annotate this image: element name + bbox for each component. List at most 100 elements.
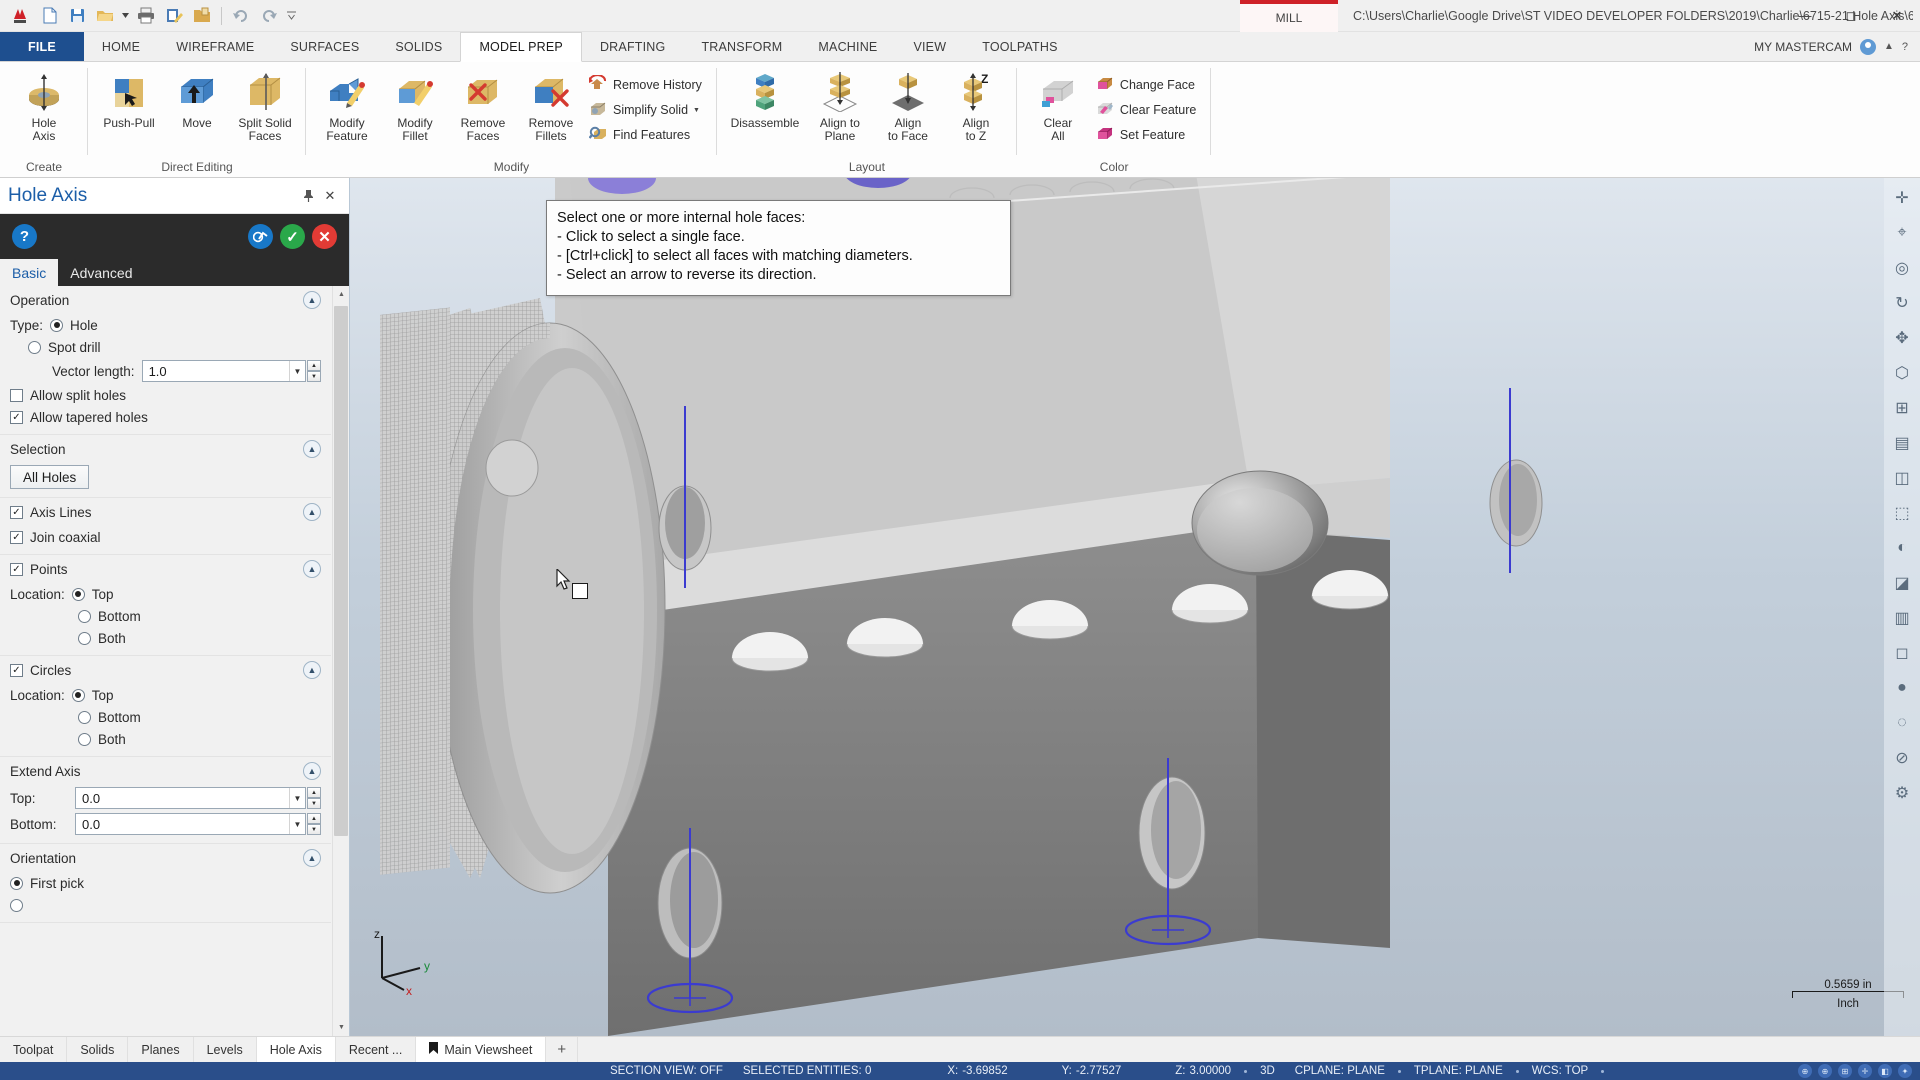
vector-length-dropdown-icon[interactable]: ▼ [289, 361, 305, 381]
extend-axis-top-stepper-down[interactable]: ▼ [307, 798, 321, 809]
status-cplane[interactable]: CPLANE: PLANE [1285, 1065, 1395, 1077]
fit-icon[interactable]: ✛ [1888, 184, 1916, 212]
bottom-tab-hole-axis[interactable]: Hole Axis [256, 1037, 336, 1062]
disassemble-button[interactable]: Disassemble [725, 67, 805, 134]
radio-points-bottom[interactable] [78, 609, 91, 623]
viewsheet-tab-main[interactable]: Main Viewsheet [416, 1037, 547, 1062]
extend-axis-top-dropdown-icon[interactable]: ▼ [289, 788, 305, 808]
hidden-lines-icon[interactable]: ▥ [1888, 604, 1916, 632]
ribbon-tab-wireframe[interactable]: WIREFRAME [158, 32, 272, 61]
open-dropdown-icon[interactable] [120, 3, 131, 29]
radio-type-spot-drill[interactable] [28, 340, 41, 354]
split-solid-faces-button[interactable]: Split Solid Faces [232, 67, 298, 147]
extend-axis-bottom-stepper-up[interactable]: ▲ [307, 813, 321, 824]
remove-faces-button[interactable]: Remove Faces [450, 67, 516, 147]
panel-scroll-down-icon[interactable]: ▼ [333, 1019, 349, 1036]
dynamic-rotate-icon[interactable]: ↻ [1888, 289, 1916, 317]
ribbon-tab-view[interactable]: VIEW [895, 32, 964, 61]
close-icon[interactable]: ✕ [319, 185, 341, 207]
checkbox-allow-split-holes[interactable] [10, 388, 23, 402]
section-orientation-collapse-icon[interactable]: ▲ [303, 849, 321, 867]
extend-axis-bottom-dropdown-icon[interactable]: ▼ [289, 814, 305, 834]
section-points-collapse-icon[interactable]: ▲ [303, 560, 321, 578]
move-button[interactable]: Move [164, 67, 230, 134]
vector-length-stepper[interactable]: ▲ ▼ [307, 360, 321, 382]
align-to-z-button[interactable]: Z Align to Z [943, 67, 1009, 147]
section-axis-lines-collapse-icon[interactable]: ▲ [303, 503, 321, 521]
print-icon[interactable] [133, 3, 159, 29]
apply-button[interactable] [248, 224, 273, 249]
radio-circles-top[interactable] [71, 688, 85, 702]
extend-axis-bottom-input[interactable]: 0.0 ▼ [75, 813, 306, 835]
radio-points-top[interactable] [71, 587, 85, 601]
ok-button[interactable]: ✓ [280, 224, 305, 249]
ribbon-tab-model-prep[interactable]: MODEL PREP [460, 32, 582, 62]
bottom-tab-recent[interactable]: Recent ... [336, 1037, 417, 1062]
modify-fillet-button[interactable]: Modify Fillet [382, 67, 448, 147]
remove-history-button[interactable]: Remove History [586, 73, 709, 97]
open-folder-icon[interactable] [92, 3, 118, 29]
extend-axis-top-input[interactable]: 0.0 ▼ [75, 787, 306, 809]
gnomon-icon[interactable]: ⊞ [1838, 1064, 1852, 1078]
ribbon-tab-transform[interactable]: TRANSFORM [683, 32, 800, 61]
push-pull-button[interactable]: Push-Pull [96, 67, 162, 134]
checkbox-allow-tapered-holes[interactable]: ✓ [10, 410, 23, 424]
right-view-icon[interactable]: ◫ [1888, 464, 1916, 492]
extend-axis-top-stepper-up[interactable]: ▲ [307, 787, 321, 798]
pan-icon[interactable]: ✥ [1888, 324, 1916, 352]
change-face-button[interactable]: Change Face [1093, 73, 1203, 97]
clear-all-button[interactable]: Clear All [1025, 67, 1091, 147]
vector-length-input[interactable]: 1.0 ▼ [141, 360, 306, 382]
all-holes-button[interactable]: All Holes [10, 465, 90, 489]
undo-icon[interactable] [228, 3, 254, 29]
remove-fillets-button[interactable]: Remove Fillets [518, 67, 584, 147]
zoom-window-icon[interactable]: ⌖ [1888, 219, 1916, 247]
simplify-solid-dropdown-icon[interactable]: ▼ [693, 107, 700, 114]
solid-model-graphic[interactable] [350, 178, 1920, 1036]
help-button[interactable]: ? [12, 224, 37, 249]
radio-type-hole[interactable] [50, 318, 64, 332]
extend-axis-top-stepper[interactable]: ▲ ▼ [307, 787, 321, 809]
checkbox-join-coaxial[interactable]: ✓ [10, 530, 23, 544]
clear-feature-button[interactable]: Clear Feature [1093, 98, 1203, 122]
panel-scroll-thumb[interactable] [334, 306, 348, 836]
customize-qat-icon[interactable] [284, 3, 298, 29]
vector-length-stepper-up[interactable]: ▲ [307, 360, 321, 371]
settings-icon[interactable]: ⚙ [1888, 779, 1916, 807]
mastercam-logo-icon[interactable] [8, 3, 34, 29]
ribbon-help-icon[interactable]: ? [1902, 41, 1908, 53]
cancel-button[interactable]: ✕ [312, 224, 337, 249]
panel-tab-basic[interactable]: Basic [0, 259, 59, 286]
add-viewsheet-button[interactable]: + [546, 1037, 579, 1062]
status-section-view[interactable]: SECTION VIEW: OFF [600, 1065, 733, 1077]
panel-scroll-up-icon[interactable]: ▲ [333, 286, 349, 303]
sphere-icon[interactable]: ● [1888, 674, 1916, 702]
checkbox-points[interactable]: ✓ [10, 562, 23, 576]
panel-tab-advanced[interactable]: Advanced [58, 259, 144, 286]
account-avatar-icon[interactable] [1859, 38, 1876, 55]
section-view-icon[interactable]: ◪ [1888, 569, 1916, 597]
ribbon-tab-machine[interactable]: MACHINE [800, 32, 895, 61]
save-icon[interactable] [64, 3, 90, 29]
ribbon-tab-drafting[interactable]: DRAFTING [582, 32, 684, 61]
section-extend-axis-collapse-icon[interactable]: ▲ [303, 762, 321, 780]
simplify-solid-button[interactable]: Simplify Solid ▼ [586, 98, 709, 122]
radio-orientation-next[interactable] [10, 898, 23, 912]
top-view-icon[interactable]: ⊞ [1888, 394, 1916, 422]
wireframe-icon[interactable]: ⬚ [1888, 499, 1916, 527]
hole-axis-button[interactable]: Hole Axis [8, 67, 80, 147]
ribbon-tab-file[interactable]: FILE [0, 32, 84, 61]
radio-points-both[interactable] [78, 631, 91, 645]
bottom-tab-planes[interactable]: Planes [128, 1037, 194, 1062]
radio-circles-both[interactable] [78, 732, 91, 746]
checkbox-circles[interactable]: ✓ [10, 663, 23, 677]
panel-scrollbar[interactable]: ▲ ▼ [332, 286, 349, 1036]
ribbon-tab-home[interactable]: HOME [84, 32, 158, 61]
extend-axis-bottom-stepper[interactable]: ▲ ▼ [307, 813, 321, 835]
radio-orientation-first-pick[interactable] [10, 876, 23, 890]
status-mode-3d[interactable]: 3D [1250, 1065, 1285, 1077]
globe-2-icon[interactable]: ⊕ [1818, 1064, 1832, 1078]
blank-icon[interactable]: ◻ [1888, 639, 1916, 667]
vector-length-stepper-down[interactable]: ▼ [307, 371, 321, 382]
ribbon-tab-toolpaths[interactable]: TOOLPATHS [964, 32, 1075, 61]
